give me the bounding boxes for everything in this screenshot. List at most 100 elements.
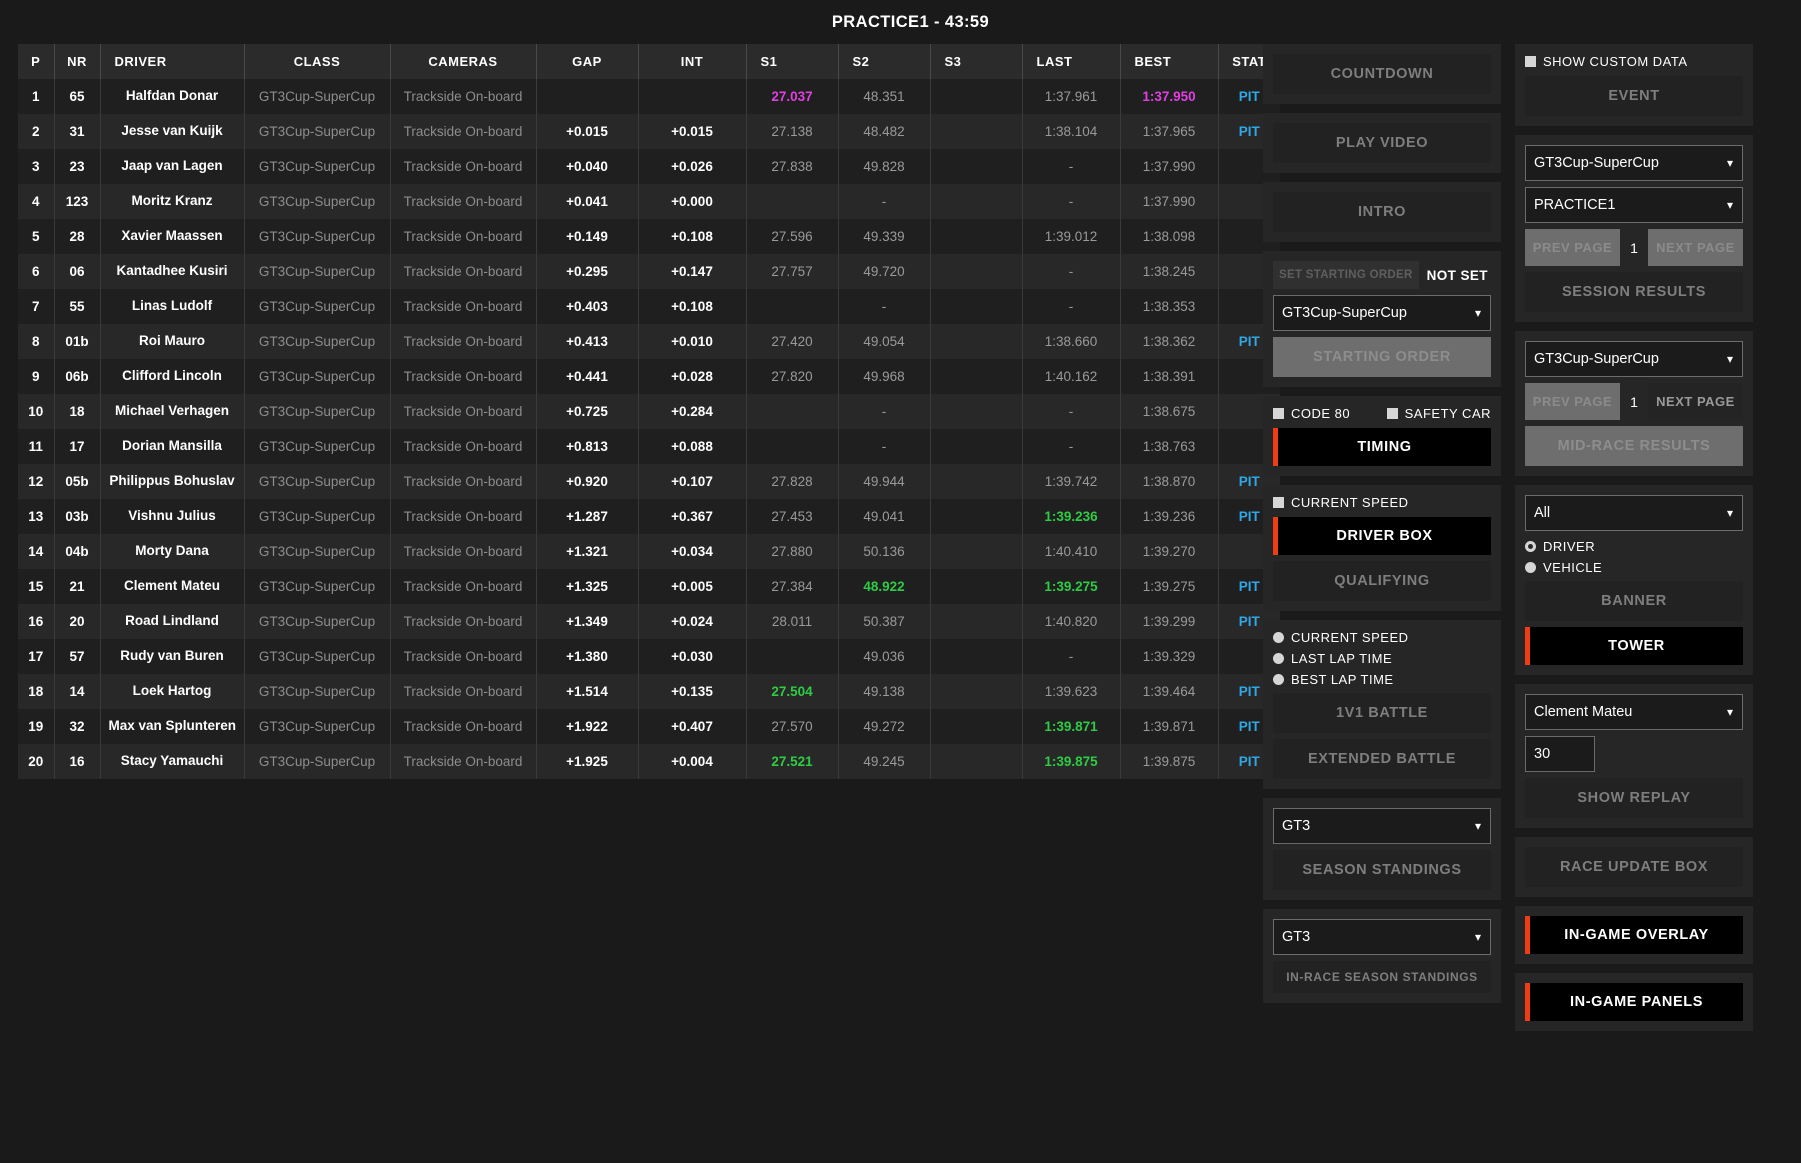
tower-filter-select[interactable]: All <box>1525 495 1743 531</box>
countdown-button[interactable]: COUNTDOWN <box>1273 54 1491 94</box>
driver-box-button[interactable]: DRIVER BOX <box>1273 517 1491 555</box>
table-row[interactable]: 14 04b Morty Dana GT3Cup-SuperCup Trackside … <box>18 534 1280 569</box>
table-row[interactable]: 5 28 Xavier Maassen GT3Cup-SuperCup Tracksid… <box>18 219 1280 254</box>
show-replay-button[interactable]: SHOW REPLAY <box>1525 778 1743 818</box>
battle-last-lap-radio[interactable] <box>1273 653 1284 664</box>
midrace-prev-page-button[interactable]: PREV PAGE <box>1525 383 1620 420</box>
table-row[interactable]: 18 14 Loek Hartog GT3Cup-SuperCup Trackside … <box>18 674 1280 709</box>
table-row[interactable]: 1 65 Halfdan Donar GT3Cup-SuperCup Trackside… <box>18 79 1280 114</box>
cell-gap: +1.349 <box>536 604 639 639</box>
table-row[interactable]: 19 32 Max van Splunteren GT3Cup-SuperCup Tra… <box>18 709 1280 744</box>
table-row[interactable]: 2 31 Jesse van Kuijk GT3Cup-SuperCup Tracksi… <box>18 114 1280 149</box>
starting-order-button[interactable]: STARTING ORDER <box>1273 337 1491 377</box>
table-row[interactable]: 11 17 Dorian Mansilla GT3Cup-SuperCup Tracks… <box>18 429 1280 464</box>
table-row[interactable]: 16 20 Road Lindland GT3Cup-SuperCup Tracksid… <box>18 604 1280 639</box>
col-header-class[interactable]: CLASS <box>244 44 391 79</box>
table-row[interactable]: 6 06 Kantadhee Kusiri GT3Cup-SuperCup Tracks… <box>18 254 1280 289</box>
battle-current-speed-radio[interactable] <box>1273 632 1284 643</box>
cell-best: 1:37.965 <box>1120 114 1219 149</box>
cell-driver: Dorian Mansilla <box>100 429 245 464</box>
results-class-select[interactable]: GT3Cup-SuperCup <box>1525 145 1743 181</box>
cell-int: +0.015 <box>638 114 747 149</box>
in-game-overlay-button[interactable]: IN-GAME OVERLAY <box>1525 916 1743 954</box>
table-row[interactable]: 9 06b Clifford Lincoln GT3Cup-SuperCup Track… <box>18 359 1280 394</box>
cell-last: 1:39.871 <box>1022 709 1121 744</box>
qualifying-button[interactable]: QUALIFYING <box>1273 561 1491 601</box>
replay-driver-select[interactable]: Clement Mateu <box>1525 694 1743 730</box>
intro-button[interactable]: INTRO <box>1273 192 1491 232</box>
event-button[interactable]: EVENT <box>1525 76 1743 116</box>
col-header-s1[interactable]: S1 <box>746 44 839 79</box>
tower-mode-driver[interactable]: DRIVER <box>1525 539 1743 554</box>
midrace-class-select[interactable]: GT3Cup-SuperCup <box>1525 341 1743 377</box>
table-row[interactable]: 12 05b Philippus Bohuslav GT3Cup-SuperCup Tr… <box>18 464 1280 499</box>
timing-button[interactable]: TIMING <box>1273 428 1491 466</box>
table-row[interactable]: 8 01b Roi Mauro GT3Cup-SuperCup Trackside On… <box>18 324 1280 359</box>
table-row[interactable]: 13 03b Vishnu Julius GT3Cup-SuperCup Tracksi… <box>18 499 1280 534</box>
safety-car-checkbox[interactable] <box>1386 408 1398 419</box>
inrace-season-standings-button[interactable]: IN-RACE SEASON STANDINGS <box>1273 961 1491 993</box>
timing-table: P NR DRIVER CLASS CAMERAS GAP INT S1 S2 … <box>18 44 1280 779</box>
race-update-box-button[interactable]: RACE UPDATE BOX <box>1525 847 1743 887</box>
col-header-best[interactable]: BEST <box>1120 44 1219 79</box>
driver-box-current-speed-checkbox[interactable] <box>1273 497 1284 508</box>
table-row[interactable]: 7 55 Linas Ludolf GT3Cup-SuperCup Trackside … <box>18 289 1280 324</box>
tower-mode-vehicle[interactable]: VEHICLE <box>1525 560 1743 575</box>
cell-s3 <box>930 569 1023 604</box>
starting-order-class-select[interactable]: GT3Cup-SuperCup <box>1273 295 1491 331</box>
col-header-gap[interactable]: GAP <box>536 44 639 79</box>
inrace-standings-class-select[interactable]: GT3 <box>1273 919 1491 955</box>
battle-mode-last-lap[interactable]: LAST LAP TIME <box>1273 651 1491 666</box>
set-starting-order-button[interactable]: SET STARTING ORDER <box>1273 261 1419 289</box>
cell-s1: 27.521 <box>746 744 839 779</box>
banner-button[interactable]: BANNER <box>1525 581 1743 621</box>
show-custom-data-label: SHOW CUSTOM DATA <box>1543 54 1688 69</box>
results-next-page-button[interactable]: NEXT PAGE <box>1648 229 1743 266</box>
battle-1v1-button[interactable]: 1V1 BATTLE <box>1273 693 1491 733</box>
cell-s1 <box>746 429 839 464</box>
season-standings-button[interactable]: SEASON STANDINGS <box>1273 850 1491 890</box>
table-row[interactable]: 3 23 Jaap van Lagen GT3Cup-SuperCup Tracksid… <box>18 149 1280 184</box>
table-row[interactable]: 17 57 Rudy van Buren GT3Cup-SuperCup Tracksi… <box>18 639 1280 674</box>
col-header-cameras[interactable]: CAMERAS <box>390 44 537 79</box>
col-header-int[interactable]: INT <box>638 44 747 79</box>
battle-best-lap-radio[interactable] <box>1273 674 1284 685</box>
results-prev-page-button[interactable]: PREV PAGE <box>1525 229 1620 266</box>
midrace-next-page-button[interactable]: NEXT PAGE <box>1648 383 1743 420</box>
cell-s3 <box>930 604 1023 639</box>
safety-car-checkbox-group[interactable]: SAFETY CAR <box>1386 406 1491 421</box>
col-header-driver[interactable]: DRIVER <box>100 44 245 79</box>
tower-vehicle-radio[interactable] <box>1525 562 1536 573</box>
table-row[interactable]: 4 123 Moritz Kranz GT3Cup-SuperCup Trackside… <box>18 184 1280 219</box>
table-row[interactable]: 20 16 Stacy Yamauchi GT3Cup-SuperCup Tracksi… <box>18 744 1280 779</box>
col-header-number[interactable]: NR <box>54 44 101 79</box>
play-video-button[interactable]: PLAY VIDEO <box>1273 123 1491 163</box>
session-results-button[interactable]: SESSION RESULTS <box>1525 272 1743 312</box>
show-custom-data-checkbox[interactable] <box>1525 56 1536 67</box>
extended-battle-button[interactable]: EXTENDED BATTLE <box>1273 739 1491 779</box>
season-standings-class-select[interactable]: GT3 <box>1273 808 1491 844</box>
cell-cameras: Trackside On-board <box>390 464 537 499</box>
battle-mode-current-speed[interactable]: CURRENT SPEED <box>1273 630 1491 645</box>
replay-seconds-input[interactable] <box>1525 736 1595 772</box>
tower-button[interactable]: TOWER <box>1525 627 1743 665</box>
tower-driver-radio[interactable] <box>1525 541 1536 552</box>
cell-last: 1:39.236 <box>1022 499 1121 534</box>
cell-gap: +1.287 <box>536 499 639 534</box>
col-header-s2[interactable]: S2 <box>838 44 931 79</box>
driver-box-speed-row[interactable]: CURRENT SPEED <box>1273 495 1491 510</box>
results-session-select[interactable]: PRACTICE1 <box>1525 187 1743 223</box>
battle-mode-best-lap[interactable]: BEST LAP TIME <box>1273 672 1491 687</box>
col-header-last[interactable]: LAST <box>1022 44 1121 79</box>
col-header-s3[interactable]: S3 <box>930 44 1023 79</box>
cell-driver: Jesse van Kuijk <box>100 114 245 149</box>
code80-checkbox[interactable] <box>1273 408 1284 419</box>
timing-panel: CODE 80 SAFETY CAR TIMING <box>1263 396 1501 476</box>
code80-checkbox-group[interactable]: CODE 80 <box>1273 406 1350 421</box>
show-custom-data-row[interactable]: SHOW CUSTOM DATA <box>1525 54 1743 69</box>
table-row[interactable]: 10 18 Michael Verhagen GT3Cup-SuperCup Track… <box>18 394 1280 429</box>
table-row[interactable]: 15 21 Clement Mateu GT3Cup-SuperCup Tracksid… <box>18 569 1280 604</box>
in-game-panels-button[interactable]: IN-GAME PANELS <box>1525 983 1743 1021</box>
col-header-position[interactable]: P <box>18 44 55 79</box>
midrace-results-button[interactable]: MID-RACE RESULTS <box>1525 426 1743 466</box>
